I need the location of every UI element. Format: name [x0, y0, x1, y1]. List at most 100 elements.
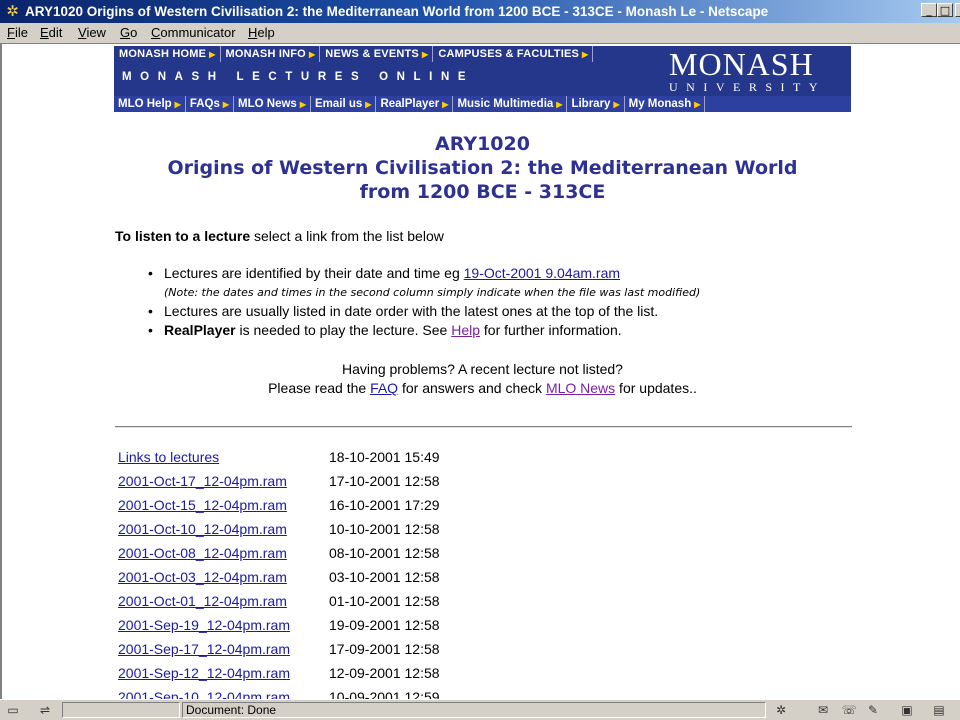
menu-help[interactable]: Help	[248, 25, 275, 41]
arrow-right-icon: ▶	[209, 50, 216, 59]
mail-icon[interactable]: ✉	[814, 702, 832, 718]
window-title: ARY1020 Origins of Western Civilisation …	[25, 4, 769, 19]
mlo-strip-title: MONASH LECTURES ONLINE	[122, 71, 475, 83]
nav-monash-home[interactable]: MONASH HOME ▶	[114, 46, 221, 62]
table-row: 2001-Oct-01_12-04pm.ram 01-10-2001 12:58	[118, 589, 469, 613]
netscape-icon[interactable]: ✲	[4, 3, 21, 20]
lecture-link[interactable]: 2001-Oct-08_12-04pm.ram	[118, 541, 329, 565]
example-lecture-link[interactable]: 19-Oct-2001 9.04am.ram	[464, 265, 620, 281]
nav-library[interactable]: Library ▶	[567, 96, 625, 112]
modified-date: 01-10-2001 12:58	[329, 593, 440, 609]
lecture-link[interactable]: 2001-Oct-15_12-04pm.ram	[118, 493, 329, 517]
list-item: • Lectures are identified by their date a…	[148, 265, 621, 281]
table-row: 2001-Sep-19_12-04pm.ram 19-09-2001 12:58	[118, 613, 469, 637]
page-title: ARY1020 Origins of Western Civilisation …	[114, 132, 851, 204]
lecture-link[interactable]: 2001-Sep-10_12-04pm.ram	[118, 685, 329, 699]
nav-my-monash[interactable]: My Monash ▶	[625, 96, 706, 112]
lecture-link[interactable]: 2001-Oct-10_12-04pm.ram	[118, 517, 329, 541]
menu-go[interactable]: Go	[120, 25, 137, 41]
lecture-table: Links to lectures 18-10-2001 15:49 2001-Oc…	[118, 445, 469, 699]
table-row: 2001-Oct-15_12-04pm.ram 16-10-2001 17:29	[118, 493, 469, 517]
instruction-list: • Lectures are identified by their date a…	[148, 264, 848, 340]
composer-icon[interactable]: ✎	[864, 702, 882, 718]
arrow-right-icon: ▶	[421, 50, 429, 59]
nav-news-events[interactable]: NEWS & EVENTS ▶	[320, 46, 434, 62]
lecture-link[interactable]: 2001-Sep-17_12-04pm.ram	[118, 637, 329, 661]
arrow-right-icon: ▶	[694, 100, 701, 109]
modified-date: 17-10-2001 12:58	[329, 473, 440, 489]
modified-date: 03-10-2001 12:58	[329, 569, 440, 585]
nav-mlo-news[interactable]: MLO News ▶	[234, 96, 311, 112]
unit-title-line2: from 1200 BCE - 313CE	[359, 181, 606, 203]
monash-banner: MONASH HOME ▶ MONASH INFO ▶ NEWS & EVENTS ▶…	[114, 46, 851, 112]
arrow-right-icon: ▶	[582, 50, 589, 59]
status-bar: ▭ ⇌ Document: Done ✲ ✉ ☏ ✎ ▣ ▤	[0, 699, 960, 720]
lecture-link[interactable]: 2001-Oct-17_12-04pm.ram	[118, 469, 329, 493]
menu-edit[interactable]: Edit	[40, 25, 62, 41]
table-row: 2001-Sep-12_12-04pm.ram 12-09-2001 12:58	[118, 661, 469, 685]
unit-title-line1: Origins of Western Civilisation 2: the M…	[167, 157, 798, 179]
bookmarks-icon[interactable]: ▣	[898, 702, 916, 718]
top-nav: MONASH HOME ▶ MONASH INFO ▶ NEWS & EVENTS ▶…	[114, 46, 594, 62]
maximize-button[interactable]: □	[937, 3, 953, 17]
menu-view[interactable]: View	[78, 25, 106, 41]
mlo-nav: MLO Help ▶ FAQs ▶ MLO News ▶ Email us ▶ Real…	[114, 96, 851, 112]
list-item: • RealPlayer is needed to play the lectur…	[148, 322, 622, 338]
problems-notice: Having problems? A recent lecture not li…	[268, 361, 697, 396]
lecture-link[interactable]: 2001-Oct-03_12-04pm.ram	[118, 565, 329, 589]
table-row: Links to lectures 18-10-2001 15:49	[118, 445, 469, 469]
monash-logo[interactable]: MONASH UNIVERSITY	[669, 48, 849, 93]
minimize-button[interactable]: _	[921, 3, 937, 17]
nav-realplayer[interactable]: RealPlayer ▶	[376, 96, 454, 112]
links-to-lectures-link[interactable]: Links to lectures	[118, 445, 329, 469]
modified-date: 17-09-2001 12:58	[329, 641, 440, 657]
progress-bar	[62, 702, 180, 718]
arrow-right-icon: ▶	[222, 100, 230, 109]
table-row: 2001-Oct-10_12-04pm.ram 10-10-2001 12:58	[118, 517, 469, 541]
arrow-right-icon: ▶	[556, 100, 563, 109]
divider	[115, 426, 852, 428]
arrow-right-icon: ▶	[365, 100, 372, 109]
page-viewport: MONASH HOME ▶ MONASH INFO ▶ NEWS & EVENTS ▶…	[0, 44, 960, 699]
menu-bar: File Edit View Go Communicator Help	[0, 23, 960, 44]
nav-faqs[interactable]: FAQs ▶	[186, 96, 235, 112]
nav-campuses-faculties[interactable]: CAMPUSES & FACULTIES ▶	[433, 46, 594, 62]
bullet-icon: •	[148, 303, 153, 319]
table-row: 2001-Oct-03_12-04pm.ram 03-10-2001 12:58	[118, 565, 469, 589]
modified-date: 16-10-2001 17:29	[329, 497, 440, 513]
arrow-right-icon: ▶	[174, 100, 181, 109]
modified-date: 10-09-2001 12:59	[329, 689, 440, 699]
unit-code: ARY1020	[435, 133, 530, 155]
list-item: • Lectures are usually listed in date ord…	[148, 303, 659, 319]
table-row: 2001-Sep-17_12-04pm.ram 17-09-2001 12:58	[118, 637, 469, 661]
nav-mlo-help[interactable]: MLO Help ▶	[114, 96, 186, 112]
nav-music-multimedia[interactable]: Music Multimedia ▶	[453, 96, 568, 112]
security-lock-icon[interactable]: ▭	[4, 702, 22, 718]
lecture-link[interactable]: 2001-Oct-01_12-04pm.ram	[118, 589, 329, 613]
menu-file[interactable]: File	[7, 25, 28, 41]
menu-communicator[interactable]: Communicator	[151, 25, 236, 41]
bullet-icon: •	[148, 322, 153, 338]
faq-link[interactable]: FAQ	[370, 380, 398, 396]
lecture-link[interactable]: 2001-Sep-12_12-04pm.ram	[118, 661, 329, 685]
close-button[interactable]: ×	[955, 3, 960, 17]
title-bar: ✲ ARY1020 Origins of Western Civilisatio…	[0, 0, 960, 23]
navigator-icon[interactable]: ✲	[772, 702, 790, 718]
lecture-link[interactable]: 2001-Sep-19_12-04pm.ram	[118, 613, 329, 637]
nav-email-us[interactable]: Email us ▶	[311, 96, 377, 112]
arrow-right-icon: ▶	[613, 100, 620, 109]
connection-icon[interactable]: ⇌	[36, 702, 54, 718]
table-row: 2001-Oct-08_12-04pm.ram 08-10-2001 12:58	[118, 541, 469, 565]
table-row: 2001-Sep-10_12-04pm.ram 10-09-2001 12:59	[118, 685, 469, 699]
component-bar-icon[interactable]: ▤	[930, 702, 948, 718]
arrow-right-icon: ▶	[299, 100, 306, 109]
modified-date: 18-10-2001 15:49	[329, 449, 440, 465]
status-text: Document: Done	[186, 703, 277, 717]
modified-date: 08-10-2001 12:58	[329, 545, 440, 561]
arrow-right-icon: ▶	[308, 50, 316, 59]
help-link[interactable]: Help	[451, 322, 480, 338]
discussion-icon[interactable]: ☏	[840, 702, 858, 718]
intro-text: To listen to a lecture select a link fro…	[115, 228, 444, 244]
nav-monash-info[interactable]: MONASH INFO ▶	[221, 46, 321, 62]
mlo-news-link[interactable]: MLO News	[546, 380, 615, 396]
